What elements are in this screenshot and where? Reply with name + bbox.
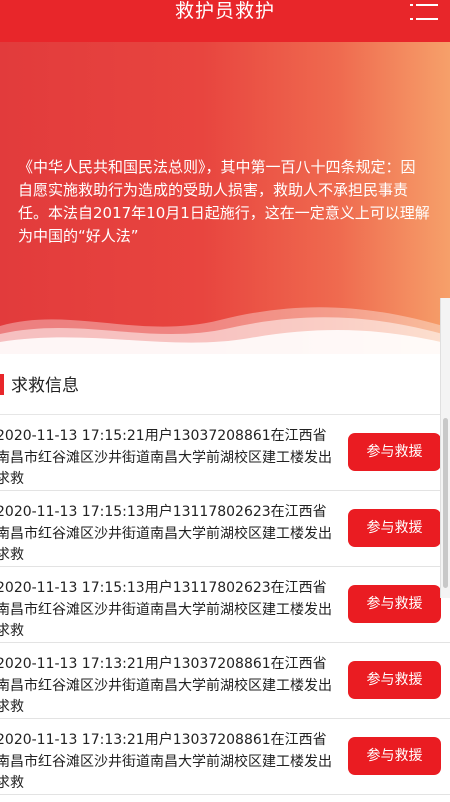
request-item: 2020-11-13 17:15:21用户13037208861在江西省南昌市红…: [0, 415, 450, 491]
law-banner: 《中华人民共和国民法总则》，其中第一百八十四条规定：因自愿实施救助行为造成的受助…: [0, 42, 450, 354]
join-rescue-button[interactable]: 参与救援: [348, 737, 441, 775]
join-rescue-button[interactable]: 参与救援: [348, 585, 441, 623]
request-item: 2020-11-13 17:13:21用户13037208861在江西省南昌市红…: [0, 643, 450, 719]
help-requests-panel: 求救信息 2020-11-13 17:15:21用户13037208861在江西…: [0, 354, 450, 802]
top-bar: 救护员救护: [0, 0, 450, 42]
join-rescue-button[interactable]: 参与救援: [348, 509, 441, 547]
wave-decoration: [0, 307, 450, 354]
request-list: 2020-11-13 17:15:21用户13037208861在江西省南昌市红…: [0, 415, 450, 795]
section-accent-bar: [0, 374, 4, 395]
section-header: 求救信息: [0, 354, 450, 415]
scrollbar[interactable]: [440, 298, 450, 598]
request-text: 2020-11-13 17:13:21用户13037208861在江西省南昌市红…: [0, 732, 332, 791]
request-text: 2020-11-13 17:13:21用户13037208861在江西省南昌市红…: [0, 656, 332, 715]
request-text: 2020-11-13 17:15:21用户13037208861在江西省南昌市红…: [0, 428, 332, 487]
request-text: 2020-11-13 17:15:13用户13117802623在江西省南昌市红…: [0, 580, 332, 639]
join-rescue-button[interactable]: 参与救援: [348, 433, 441, 471]
request-text: 2020-11-13 17:15:13用户13117802623在江西省南昌市红…: [0, 504, 332, 563]
banner-text: 《中华人民共和国民法总则》，其中第一百八十四条规定：因自愿实施救助行为造成的受助…: [18, 158, 430, 245]
page-title: 救护员救护: [174, 0, 275, 22]
list-icon: [410, 4, 438, 20]
join-rescue-button[interactable]: 参与救援: [348, 661, 441, 699]
menu-button[interactable]: [410, 0, 440, 22]
request-item: 2020-11-13 17:13:21用户13037208861在江西省南昌市红…: [0, 719, 450, 795]
request-item: 2020-11-13 17:15:13用户13117802623在江西省南昌市红…: [0, 491, 450, 567]
section-title: 求救信息: [11, 376, 79, 396]
scrollbar-thumb[interactable]: [443, 418, 448, 588]
request-item: 2020-11-13 17:15:13用户13117802623在江西省南昌市红…: [0, 567, 450, 643]
